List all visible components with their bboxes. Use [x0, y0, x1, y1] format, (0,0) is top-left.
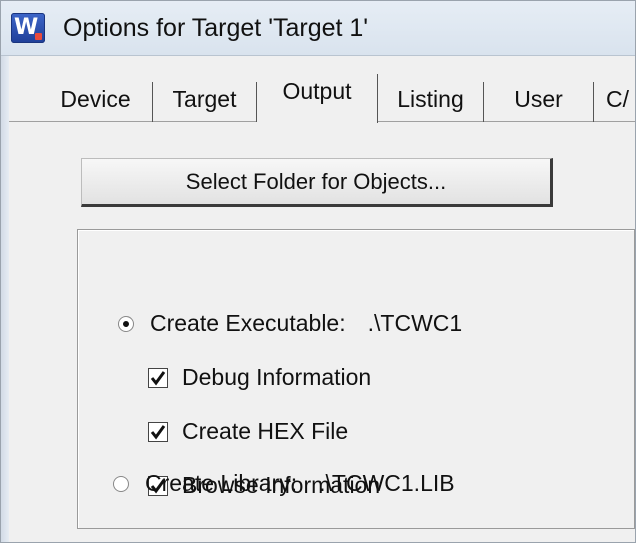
create-executable-path: .\TCWC1	[367, 310, 463, 336]
create-hex-file-label: Create HEX File	[182, 418, 349, 444]
window-frame-left	[1, 56, 9, 542]
tab-strip: Device Target Output Listing User C/	[9, 56, 635, 123]
debug-information-label: Debug Information	[182, 364, 372, 390]
debug-information-option[interactable]: Debug Information	[148, 364, 371, 391]
window-title: Options for Target 'Target 1'	[63, 14, 369, 42]
create-executable-option[interactable]: Create Executable: .\TCWC1	[118, 310, 462, 337]
create-library-label: Create Library:	[145, 470, 298, 496]
tab-target[interactable]: Target	[153, 82, 257, 122]
create-library-path: .\TCWC1.LIB	[319, 470, 455, 496]
tab-listing[interactable]: Listing	[378, 82, 484, 122]
title-bar[interactable]: W Options for Target 'Target 1'	[1, 1, 635, 56]
tab-device[interactable]: Device	[39, 82, 153, 122]
create-library-option[interactable]: Create Library: .\TCWC1.LIB	[113, 470, 455, 497]
uvision-icon: W	[11, 13, 45, 43]
create-executable-radio[interactable]	[118, 315, 134, 332]
debug-information-checkbox[interactable]	[148, 367, 168, 388]
options-dialog: W Options for Target 'Target 1' Device T…	[0, 0, 636, 543]
tab-user[interactable]: User	[484, 82, 594, 122]
create-library-radio[interactable]	[113, 475, 129, 492]
create-executable-label: Create Executable:	[150, 310, 346, 336]
select-folder-button[interactable]: Select Folder for Objects...	[81, 158, 553, 207]
create-hex-file-option[interactable]: Create HEX File	[148, 418, 348, 445]
dialog-client-area: Device Target Output Listing User C/ Sel…	[9, 56, 635, 542]
tab-c[interactable]: C/	[594, 82, 635, 122]
create-hex-file-checkbox[interactable]	[148, 421, 168, 442]
tab-output[interactable]: Output	[257, 74, 378, 123]
